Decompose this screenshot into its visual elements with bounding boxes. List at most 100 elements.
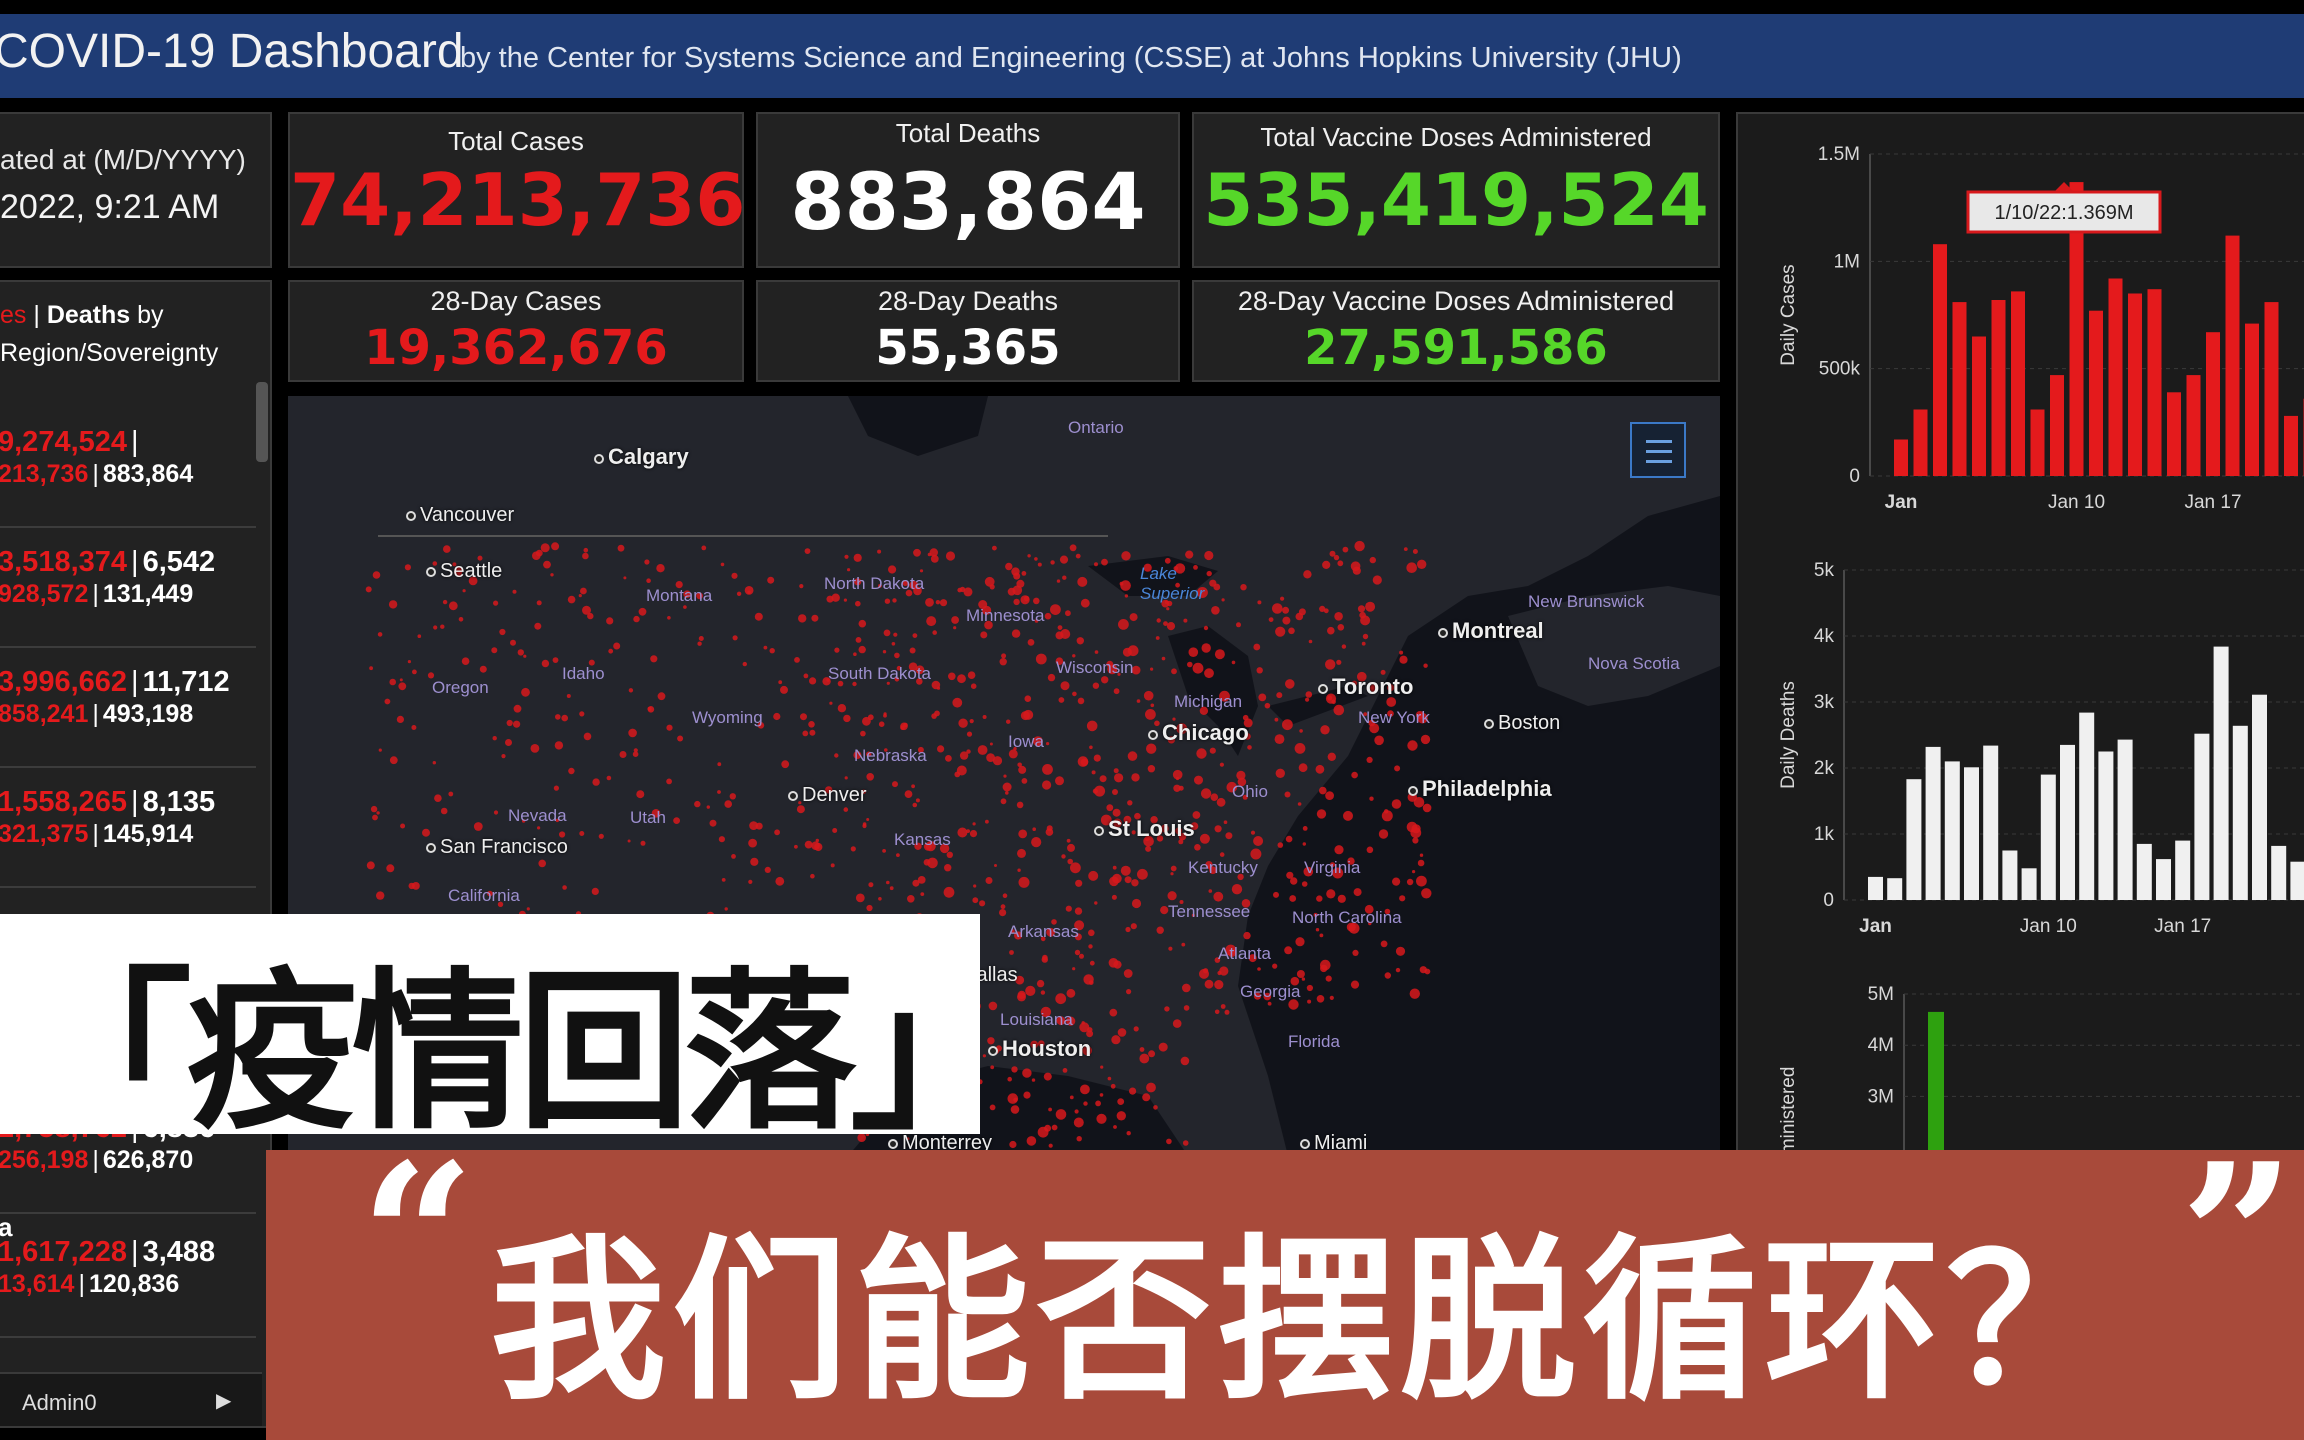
- case-dot: [1352, 566, 1361, 575]
- y-tick-label: 5M: [1868, 984, 1894, 1005]
- case-dot: [1077, 697, 1085, 705]
- city-marker-icon: [1094, 826, 1104, 836]
- list-item[interactable]: 3,518,374 | 6,542 928,572 | 131,449: [0, 530, 256, 648]
- case-dot: [953, 626, 957, 630]
- region-label: Virginia: [1304, 858, 1361, 877]
- case-dot: [748, 838, 757, 848]
- case-dot: [1204, 668, 1214, 679]
- case-dot: [386, 864, 395, 873]
- case-dot: [900, 722, 908, 731]
- case-dot: [1113, 688, 1120, 695]
- case-dot: [946, 851, 953, 858]
- case-dot: [376, 811, 380, 815]
- city-label: Montreal: [1438, 618, 1544, 644]
- case-dot: [492, 736, 497, 741]
- case-dot: [627, 839, 631, 843]
- case-dot: [1089, 745, 1093, 750]
- case-dot: [646, 578, 651, 583]
- bar: [2290, 861, 2304, 900]
- case-dot: [1023, 1091, 1031, 1099]
- case-dot: [877, 549, 882, 554]
- case-dot: [794, 657, 800, 663]
- case-dot: [1027, 554, 1031, 558]
- case-dot: [1302, 826, 1308, 831]
- case-dot: [1296, 970, 1305, 978]
- case-dot: [389, 756, 398, 765]
- bar: [1894, 439, 1908, 476]
- x-tick-label: Jan 17: [2154, 916, 2211, 937]
- case-dot: [1133, 1026, 1139, 1032]
- total-vaccine-value: 535,419,524: [1203, 158, 1709, 242]
- case-dot: [1094, 901, 1098, 905]
- case-dot: [952, 697, 963, 708]
- case-dot: [1208, 889, 1213, 893]
- case-dot: [1118, 619, 1129, 630]
- region-label: California: [448, 886, 520, 905]
- list-footer[interactable]: Admin0 ▶: [0, 1372, 262, 1426]
- case-dot: [370, 805, 378, 813]
- case-dot: [1172, 769, 1183, 780]
- list-item-cases: 213,736: [0, 460, 89, 488]
- case-dot: [1166, 1138, 1172, 1145]
- case-dot: [540, 543, 550, 553]
- bar: [2089, 310, 2103, 476]
- city-marker-icon: [406, 511, 416, 521]
- list-item[interactable]: 1,558,265 | 8,135 321,375 | 145,914: [0, 770, 256, 888]
- case-dot: [1284, 946, 1293, 955]
- case-dot: [1161, 656, 1166, 661]
- region-label: Arkansas: [1008, 922, 1079, 941]
- region-label: Ontario: [1068, 418, 1124, 437]
- bar: [1983, 745, 1999, 900]
- case-dot: [491, 647, 498, 654]
- city-marker-icon: [1438, 628, 1448, 638]
- case-dot: [811, 841, 820, 850]
- case-dot: [1079, 1022, 1090, 1033]
- case-dot: [1403, 547, 1408, 551]
- vaccine-28-label: 28-Day Vaccine Doses Administered: [1237, 286, 1675, 316]
- list-scrollbar[interactable]: [256, 382, 268, 462]
- list-item[interactable]: a1,617,228|3,48813,614|120,836: [0, 1212, 256, 1338]
- case-dot: [855, 637, 862, 643]
- case-dot: [1080, 598, 1090, 608]
- region-label: Idaho: [562, 664, 605, 683]
- case-dot: [775, 876, 785, 886]
- case-dot: [561, 714, 568, 722]
- case-dot: [717, 762, 722, 767]
- case-dot: [1000, 904, 1006, 910]
- case-dot: [1417, 859, 1425, 867]
- case-dot: [1022, 1068, 1032, 1078]
- case-dot: [1365, 601, 1376, 612]
- case-dot: [844, 554, 849, 559]
- case-dot: [1139, 1047, 1145, 1052]
- total-deaths-panel: Total Deaths 883,864: [756, 112, 1180, 268]
- case-dot: [1035, 653, 1047, 665]
- city-label: Calgary: [594, 444, 689, 470]
- case-dot: [943, 886, 955, 898]
- list-header-region: Region/Sovereignty: [0, 339, 219, 367]
- case-dot: [1214, 980, 1224, 990]
- bar: [2284, 415, 2298, 476]
- case-dot: [970, 683, 977, 689]
- case-dot: [1127, 645, 1139, 657]
- case-dot: [931, 713, 937, 719]
- question-overlay: 我们能否摆脱循环？: [490, 1219, 2129, 1424]
- case-dot: [907, 895, 915, 903]
- list-item[interactable]: 9,274,524 | 213,736 | 883,864: [0, 410, 256, 528]
- chevron-right-icon[interactable]: ▶: [216, 1388, 231, 1413]
- case-dot: [1095, 1100, 1101, 1107]
- case-dot: [1325, 791, 1334, 800]
- case-dot: [1307, 999, 1312, 1004]
- list-icon[interactable]: [1630, 422, 1686, 478]
- case-dot: [1148, 1050, 1156, 1058]
- case-dot: [398, 682, 407, 691]
- case-dot: [1099, 775, 1107, 783]
- case-dot: [404, 564, 411, 571]
- list-item-sep: |: [92, 700, 99, 728]
- case-dot: [1337, 894, 1346, 903]
- case-dot: [1182, 983, 1191, 993]
- list-item[interactable]: 3,996,662 | 11,712 858,241 | 493,198: [0, 650, 256, 768]
- case-dot: [1211, 606, 1220, 615]
- case-dot: [1094, 650, 1099, 654]
- case-dot: [1142, 1093, 1151, 1102]
- case-dot: [1258, 693, 1267, 702]
